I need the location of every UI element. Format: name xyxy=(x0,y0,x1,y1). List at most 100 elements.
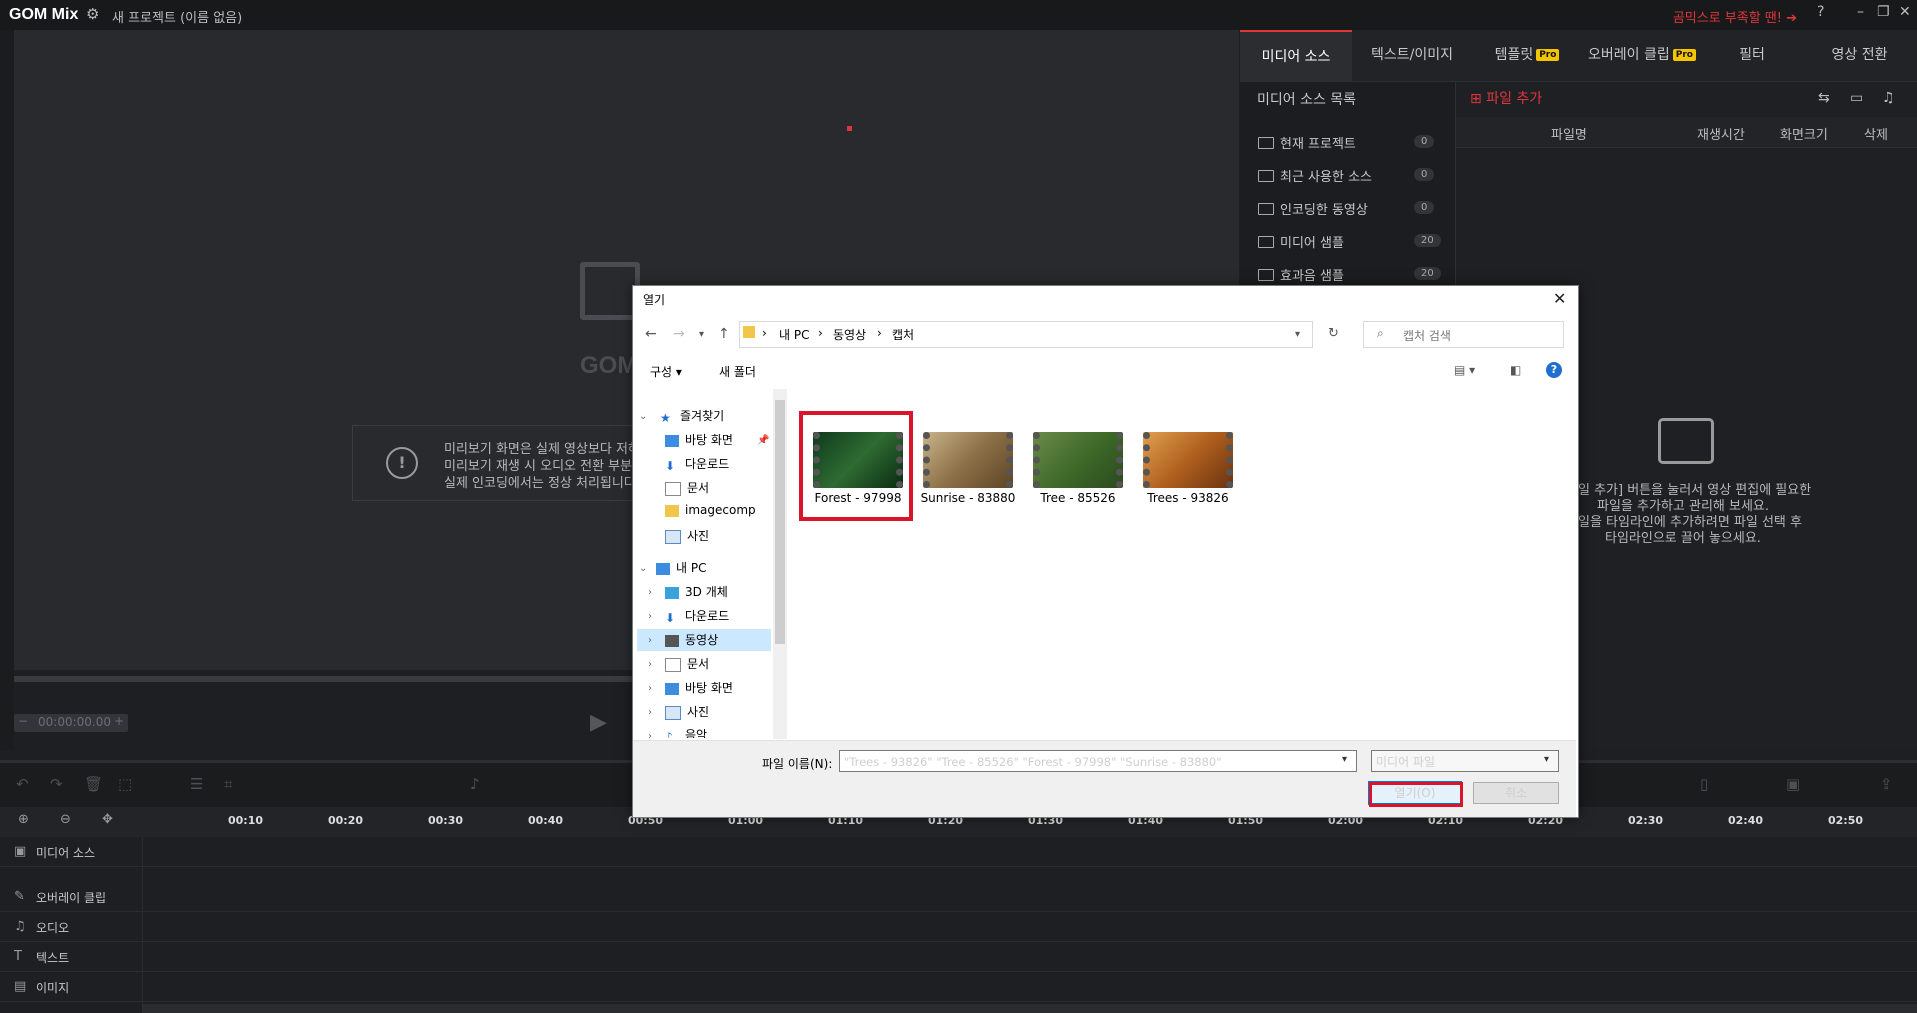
breadcrumb-item[interactable]: 캡처 xyxy=(892,326,914,343)
chevron-down-icon[interactable]: ▾ xyxy=(1342,754,1347,765)
file-label[interactable]: Trees - 93826 xyxy=(1133,491,1243,505)
tab-overlay-clip[interactable]: 오버레이 클립 Pro xyxy=(1582,30,1702,81)
address-bar[interactable] xyxy=(739,321,1313,348)
source-item-encoded[interactable]: 인코딩한 동영상 0 xyxy=(1258,199,1458,226)
nav-label: 음악 xyxy=(685,728,708,738)
undo-icon[interactable]: ↶ xyxy=(16,775,29,793)
tab-text-image[interactable]: 텍스트/이미지 xyxy=(1352,30,1472,81)
track-label: 오버레이 클립 xyxy=(36,891,107,905)
nav-documents[interactable]: 문서 xyxy=(665,479,709,501)
track-media-source[interactable]: ▣ 미디어 소스 xyxy=(0,838,1917,867)
file-label[interactable]: Sunrise - 83880 xyxy=(913,491,1023,505)
forward-icon[interactable]: → xyxy=(673,326,685,342)
chevron-right-icon[interactable]: › xyxy=(648,707,652,718)
add-file-button[interactable]: ⊞ 파일 추가 xyxy=(1470,88,1542,108)
nav-this-pc[interactable]: 내 PC xyxy=(656,559,706,581)
recent-dropdown-icon[interactable]: ▾ xyxy=(699,329,704,340)
nav-videos[interactable]: 동영상 xyxy=(665,631,718,653)
chevron-right-icon[interactable]: › xyxy=(648,635,652,646)
file-label[interactable]: Tree - 85526 xyxy=(1023,491,1133,505)
settings-icon[interactable]: ☰ xyxy=(190,775,203,793)
tab-filter[interactable]: 필터 xyxy=(1702,30,1802,81)
nav-quick-access[interactable]: ★ 즐겨찾기 xyxy=(660,407,724,429)
nav-downloads[interactable]: ⬇ 다운로드 xyxy=(665,455,729,477)
source-item-current-project[interactable]: 현재 프로젝트 0 xyxy=(1258,133,1458,160)
source-item-recent[interactable]: 최근 사용한 소스 0 xyxy=(1258,166,1458,193)
chevron-right-icon[interactable]: › xyxy=(648,587,652,598)
tab-transition[interactable]: 영상 전환 xyxy=(1802,30,1917,81)
breadcrumb-item[interactable]: 내 PC xyxy=(779,326,809,343)
minus-icon[interactable]: − xyxy=(18,714,28,728)
breadcrumb-item[interactable]: 동영상 xyxy=(833,326,866,343)
minimize-button[interactable]: – xyxy=(1857,4,1864,20)
sort-icon[interactable]: ⇆ xyxy=(1818,90,1830,106)
source-item-media-samples[interactable]: 미디어 샘플 20 xyxy=(1258,232,1458,259)
export-icon[interactable]: ⇪ xyxy=(1880,775,1893,793)
track-image[interactable]: ▤ 이미지 xyxy=(0,973,1917,1002)
chevron-right-icon[interactable]: › xyxy=(648,683,652,694)
track-overlay-clip[interactable]: ✎ 오버레이 클립 xyxy=(0,883,1917,912)
nav-music[interactable]: ♪ 음악 xyxy=(665,726,707,738)
zoom-out-icon[interactable]: ⊖ xyxy=(60,812,71,827)
promo-link[interactable]: 곰믹스로 부족할 땐! ➔ xyxy=(1673,7,1797,26)
organize-button[interactable]: 구성 ▾ xyxy=(650,363,682,380)
chevron-down-icon[interactable]: ⌄ xyxy=(639,411,647,422)
up-icon[interactable]: ↑ xyxy=(718,326,730,342)
crop-icon[interactable]: ⌗ xyxy=(224,775,232,793)
address-dropdown-icon[interactable]: ▾ xyxy=(1295,329,1300,340)
help-button[interactable]: ? xyxy=(1817,4,1824,20)
view-icon[interactable]: ▭ xyxy=(1850,90,1863,106)
maximize-button[interactable]: ❐ xyxy=(1877,4,1890,20)
redo-icon[interactable]: ↷ xyxy=(50,775,63,793)
nav-pc-pictures[interactable]: 사진 xyxy=(665,703,709,725)
chevron-down-icon[interactable]: ⌄ xyxy=(639,563,647,574)
track-label: 이미지 xyxy=(36,981,70,995)
nav-desktop[interactable]: 바탕 화면 xyxy=(665,431,733,453)
search-input[interactable] xyxy=(1363,321,1564,348)
zoom-in-icon[interactable]: ⊕ xyxy=(18,812,29,827)
cancel-button[interactable]: 취소 xyxy=(1473,782,1559,804)
plus-icon[interactable]: + xyxy=(114,714,124,728)
timecode-box[interactable]: − 00:00:00.00 + xyxy=(14,714,128,732)
column-filename[interactable]: 파일명 xyxy=(1551,124,1587,143)
chevron-right-icon[interactable]: › xyxy=(648,659,652,670)
column-delete[interactable]: 삭제 xyxy=(1864,124,1888,143)
close-icon[interactable]: ✕ xyxy=(1553,289,1566,308)
file-icon[interactable]: ▯ xyxy=(1700,775,1708,793)
new-folder-button[interactable]: 새 폴더 xyxy=(719,363,756,380)
track-audio[interactable]: ♫ 오디오 xyxy=(0,913,1917,942)
nav-pc-desktop[interactable]: 바탕 화면 xyxy=(665,679,733,701)
nav-pictures[interactable]: 사진 xyxy=(665,527,709,549)
tab-template[interactable]: 템플릿 Pro xyxy=(1472,30,1582,81)
track-text[interactable]: T 텍스트 xyxy=(0,943,1917,972)
help-icon[interactable]: ? xyxy=(1546,362,1562,378)
preview-pane-icon[interactable]: ◧ xyxy=(1510,363,1521,377)
nav-scroll-thumb[interactable] xyxy=(775,400,785,644)
play-icon[interactable]: ▶ xyxy=(590,710,607,735)
tab-media-source[interactable]: 미디어 소스 xyxy=(1240,30,1352,81)
volume-icon[interactable]: ♪ xyxy=(470,775,480,793)
close-button[interactable]: ✕ xyxy=(1899,4,1911,20)
back-icon[interactable]: ← xyxy=(645,326,657,342)
filetype-select[interactable]: 미디어 파일 xyxy=(1371,750,1559,772)
nav-imagecompre[interactable]: imagecompre xyxy=(665,503,755,525)
fit-icon[interactable]: ✥ xyxy=(102,812,113,827)
view-mode-icon[interactable]: ▤ ▾ xyxy=(1454,363,1475,377)
select-icon[interactable]: ⬚ xyxy=(118,775,132,793)
gear-icon[interactable]: ⚙ xyxy=(86,5,99,23)
delete-icon[interactable]: 🗑 xyxy=(84,775,103,793)
nav-pc-documents[interactable]: 문서 xyxy=(665,655,709,677)
save-icon[interactable]: ▣ xyxy=(1786,775,1800,793)
column-duration[interactable]: 재생시간 xyxy=(1697,124,1745,143)
refresh-icon[interactable]: ↻ xyxy=(1328,326,1339,341)
music-add-icon[interactable]: ♫ xyxy=(1882,90,1895,106)
nav-pc-downloads[interactable]: ⬇ 다운로드 xyxy=(665,607,729,629)
column-resolution[interactable]: 화면크기 xyxy=(1780,124,1828,143)
nav-label: 사진 xyxy=(687,705,710,719)
timeline-scrollbar[interactable] xyxy=(142,1004,1917,1013)
chevron-down-icon[interactable]: ▾ xyxy=(1544,754,1549,765)
nav-3d-objects[interactable]: 3D 개체 xyxy=(665,583,728,605)
chevron-right-icon[interactable]: › xyxy=(648,611,652,622)
film-icon: ▣ xyxy=(14,844,27,859)
filename-input[interactable]: "Trees - 93826" "Tree - 85526" "Forest -… xyxy=(839,750,1357,772)
